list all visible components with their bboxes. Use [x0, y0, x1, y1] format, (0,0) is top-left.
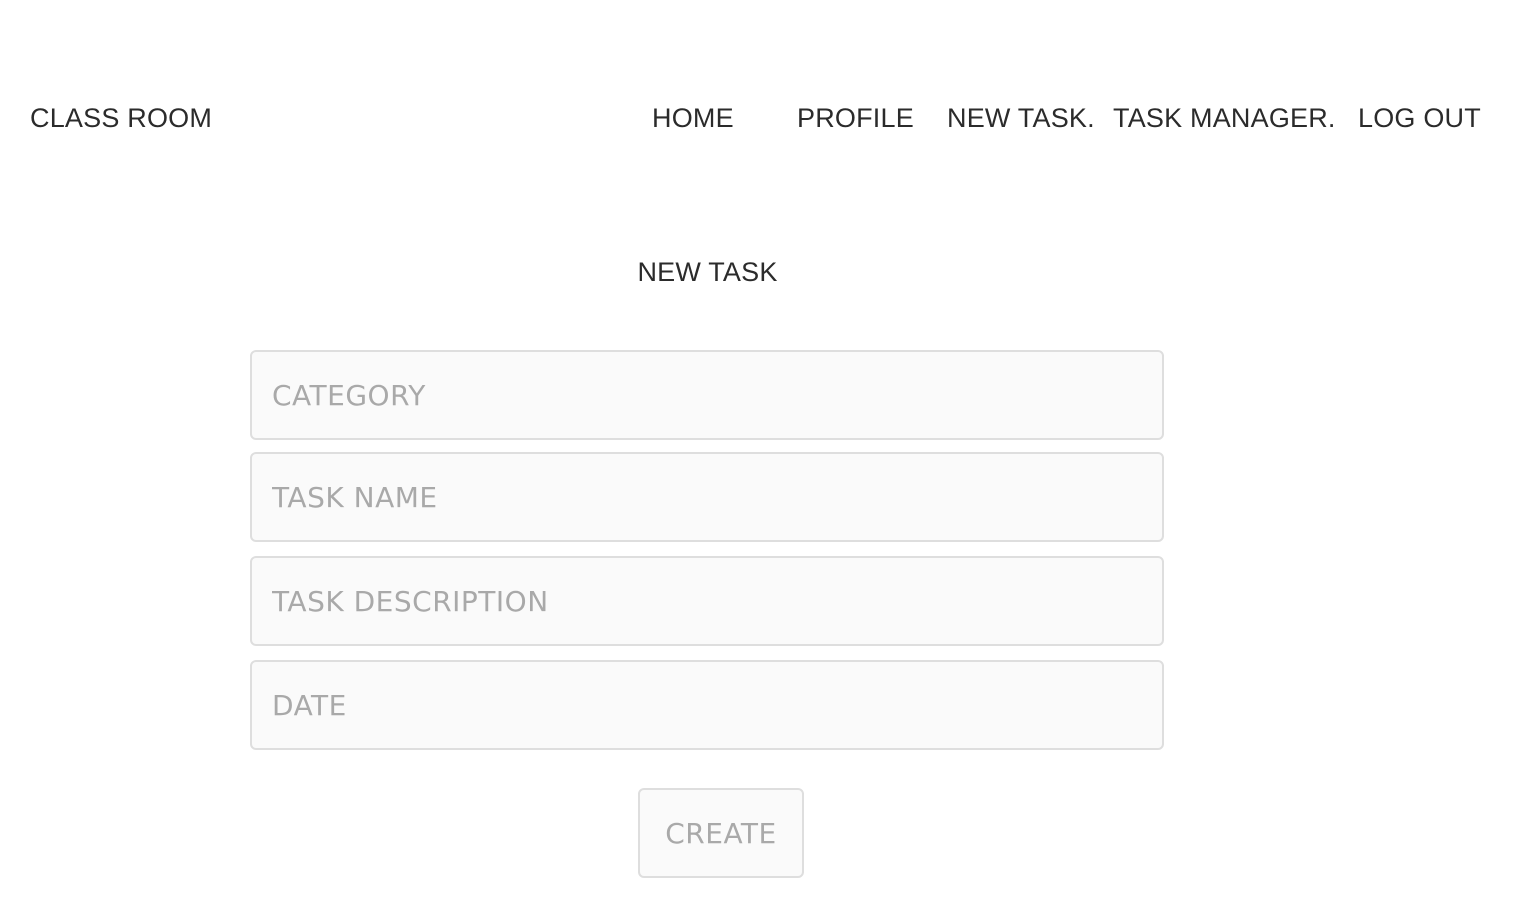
create-button[interactable]: CREATE: [638, 788, 804, 878]
task-name-input[interactable]: [250, 452, 1164, 542]
category-input[interactable]: [250, 350, 1164, 440]
nav-profile-link[interactable]: PROFILE: [797, 103, 914, 134]
nav-task-manager-link[interactable]: TASK MANAGER.: [1113, 103, 1336, 134]
page-title: NEW TASK: [637, 257, 778, 287]
nav-new-task-link[interactable]: NEW TASK.: [947, 103, 1095, 134]
task-description-input[interactable]: [250, 556, 1164, 646]
nav-home-link[interactable]: HOME: [652, 103, 734, 134]
main-nav: HOME PROFILE NEW TASK. TASK MANAGER. LOG…: [0, 103, 1536, 137]
date-input[interactable]: [250, 660, 1164, 750]
nav-log-out-link[interactable]: LOG OUT: [1358, 103, 1481, 134]
